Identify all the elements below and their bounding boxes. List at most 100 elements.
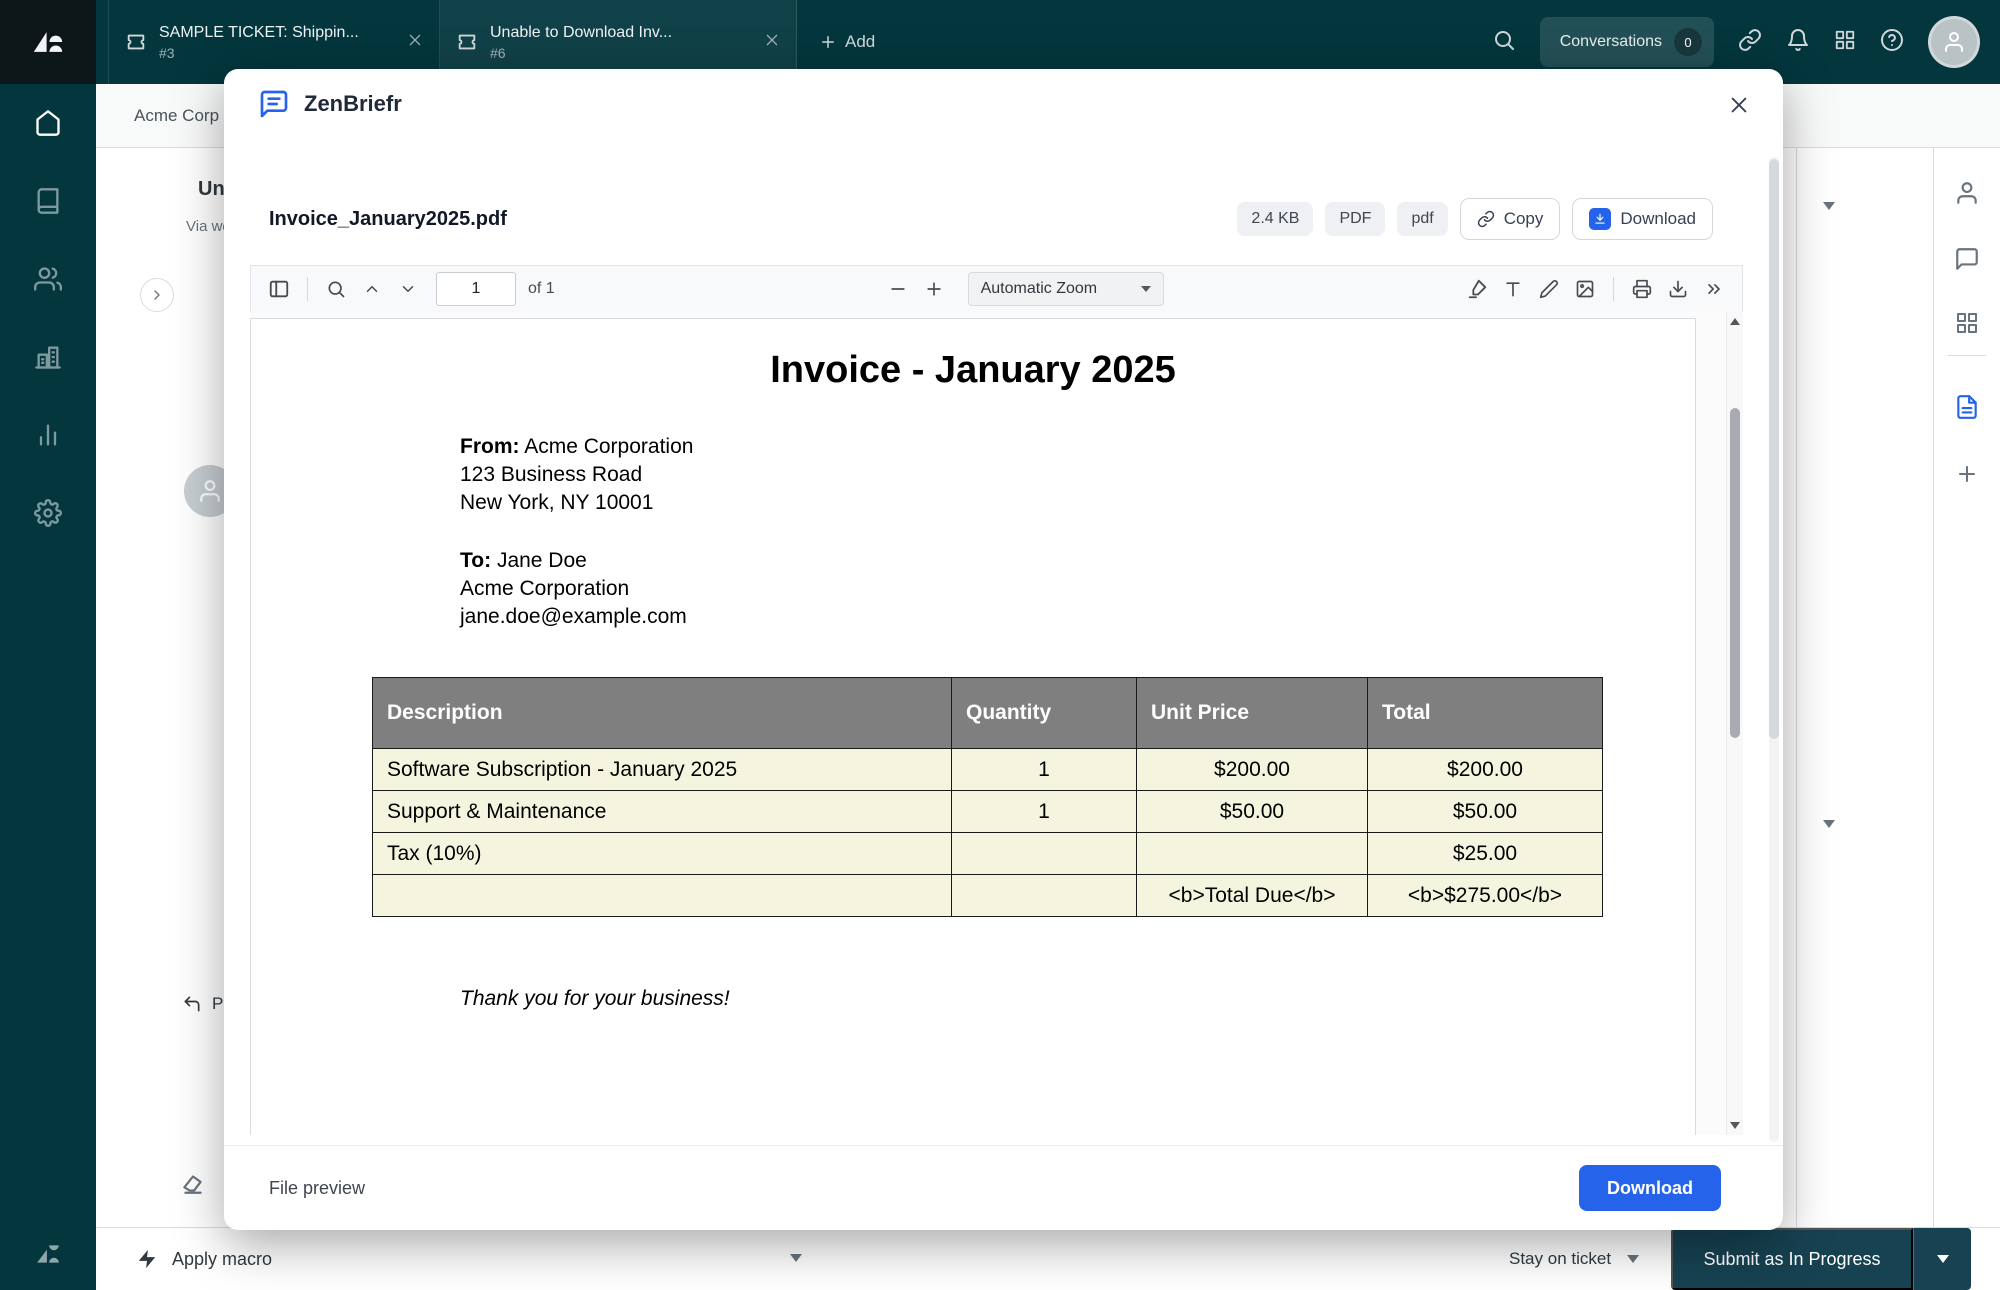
chevron-down-icon: [1627, 1255, 1639, 1263]
ticket-icon: [125, 31, 147, 53]
organizations-nav[interactable]: [0, 318, 96, 396]
scroll-thumb[interactable]: [1730, 408, 1740, 738]
download-label: Download: [1620, 209, 1696, 229]
add-app-button[interactable]: [1955, 462, 1979, 491]
print-button[interactable]: [1624, 271, 1660, 307]
table-cell: $50.00: [1137, 791, 1368, 833]
toolbar-more-button[interactable]: [1696, 271, 1732, 307]
download-button[interactable]: Download: [1572, 198, 1713, 240]
product-logo[interactable]: [0, 0, 96, 84]
apps-strip: [1933, 148, 2000, 1228]
submit-options-button[interactable]: [1913, 1228, 1971, 1290]
save-button[interactable]: [1660, 271, 1696, 307]
modal-close-button[interactable]: [1721, 87, 1757, 123]
page-number-input[interactable]: [436, 272, 516, 306]
table-cell: Support & Maintenance: [373, 791, 952, 833]
tab-title: Unable to Download Inv...: [490, 24, 672, 42]
to-label: To:: [460, 549, 491, 572]
collapse-section-button[interactable]: [1823, 820, 1835, 828]
org-breadcrumb[interactable]: Acme Corp: [134, 106, 219, 126]
from-address: 123 Business Road: [460, 461, 693, 489]
chat-icon: [1954, 246, 1980, 272]
image-icon: [1575, 279, 1595, 299]
copy-label: Copy: [1504, 209, 1544, 229]
zoom-out-button[interactable]: [880, 271, 916, 307]
draw-tool-button[interactable]: [1531, 271, 1567, 307]
close-icon[interactable]: [764, 32, 780, 53]
pdf-search-button[interactable]: [318, 271, 354, 307]
apps-button[interactable]: [1834, 29, 1856, 56]
notifications-button[interactable]: [1786, 28, 1810, 57]
grid-icon: [1834, 29, 1856, 51]
text-tool-button[interactable]: [1495, 271, 1531, 307]
pdf-toolbar: of 1 Automatic Zoom: [250, 265, 1743, 313]
submit-label: Submit as In Progress: [1703, 1249, 1880, 1270]
apps-sidebar-button[interactable]: [1955, 311, 1979, 340]
home-nav[interactable]: [0, 84, 96, 162]
views-nav[interactable]: [0, 162, 96, 240]
help-button[interactable]: [1880, 28, 1904, 57]
chevron-down-icon: [1937, 1255, 1949, 1263]
tab-title: SAMPLE TICKET: Shippin...: [159, 24, 359, 42]
macro-dropdown-caret[interactable]: [790, 1254, 802, 1262]
stay-on-ticket-dropdown[interactable]: Stay on ticket: [1509, 1228, 1639, 1290]
zap-icon: [136, 1248, 158, 1270]
search-button[interactable]: [1492, 28, 1516, 57]
scroll-down-button[interactable]: [1730, 1122, 1740, 1129]
user-avatar[interactable]: [1928, 16, 1980, 68]
chevron-down-icon: [1823, 820, 1835, 828]
modal-scrollbar[interactable]: [1769, 157, 1779, 1142]
to-email: jane.doe@example.com: [460, 603, 687, 631]
modal-header: ZenBriefr: [224, 69, 1783, 139]
table-header-cell: Quantity: [952, 678, 1137, 749]
copy-button[interactable]: Copy: [1460, 198, 1561, 240]
image-tool-button[interactable]: [1567, 271, 1603, 307]
from-line: From: Acme Corporation: [460, 433, 693, 461]
file-name: Invoice_January2025.pdf: [269, 208, 507, 231]
page-count-label: of 1: [528, 280, 555, 298]
conversation-sidebar-button[interactable]: [1954, 246, 1980, 277]
zendesk-logo: [35, 1241, 61, 1272]
zoom-select[interactable]: Automatic Zoom: [968, 272, 1164, 306]
highlight-tool-button[interactable]: [1459, 271, 1495, 307]
from-label: From:: [460, 435, 520, 458]
conversations-button[interactable]: Conversations 0: [1540, 17, 1714, 67]
table-cell: $200.00: [1137, 749, 1368, 791]
sidebar-toggle-button[interactable]: [261, 271, 297, 307]
to-company: Acme Corporation: [460, 575, 687, 603]
apply-macro-button[interactable]: Apply macro: [136, 1228, 272, 1290]
table-cell: 1: [952, 749, 1137, 791]
from-name: Acme Corporation: [524, 435, 693, 458]
invoice-note: Thank you for your business!: [460, 987, 730, 1011]
pdf-scrollbar[interactable]: [1726, 312, 1743, 1135]
invoice-title: Invoice - January 2025: [251, 349, 1695, 392]
zenbriefr-app-button[interactable]: [1954, 394, 1980, 425]
zoom-in-button[interactable]: [916, 271, 952, 307]
ticket-fields-panel: [1796, 148, 1933, 1228]
customers-nav[interactable]: [0, 240, 96, 318]
eraser-button[interactable]: [180, 1170, 206, 1201]
table-header-cell: Unit Price: [1137, 678, 1368, 749]
next-page-button[interactable]: [390, 271, 426, 307]
customer-context-button[interactable]: [1954, 180, 1980, 211]
reporting-nav[interactable]: [0, 396, 96, 474]
table-header-cell: Description: [373, 678, 952, 749]
chevron-right-icon: [149, 287, 165, 303]
scroll-up-button[interactable]: [1730, 318, 1740, 325]
table-cell: [952, 875, 1137, 917]
collapse-panel-button[interactable]: [140, 278, 174, 312]
link-button[interactable]: [1738, 28, 1762, 57]
collapse-section-button[interactable]: [1823, 202, 1835, 210]
link-icon: [1738, 28, 1762, 52]
prev-page-button[interactable]: [354, 271, 390, 307]
table-cell: $200.00: [1368, 749, 1603, 791]
modal-scroll-thumb[interactable]: [1769, 159, 1779, 739]
modal-download-button[interactable]: Download: [1579, 1165, 1721, 1211]
submit-button[interactable]: Submit as In Progress: [1671, 1228, 1913, 1290]
users-icon: [34, 265, 62, 293]
divider: [307, 277, 308, 301]
help-icon: [1880, 28, 1904, 52]
close-icon[interactable]: [407, 32, 423, 53]
apply-macro-label: Apply macro: [172, 1249, 272, 1270]
admin-nav[interactable]: [0, 474, 96, 552]
